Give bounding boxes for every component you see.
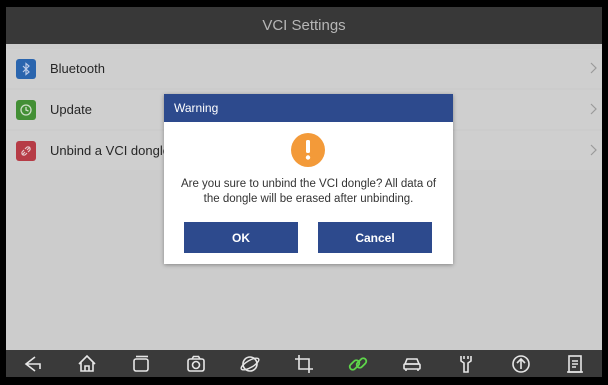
dialog-header: Warning [164, 94, 453, 122]
car-icon[interactable] [399, 351, 425, 377]
report-icon[interactable] [562, 351, 588, 377]
dialog-message: Are you sure to unbind the VCI dongle? A… [180, 178, 437, 205]
crop-icon[interactable] [291, 351, 317, 377]
back-icon[interactable] [20, 351, 46, 377]
cancel-button[interactable]: Cancel [318, 222, 432, 253]
recent-apps-icon[interactable] [128, 351, 154, 377]
browser-icon[interactable] [237, 351, 263, 377]
warning-icon [291, 133, 325, 167]
app-screen: VCI Settings Bluetooth Update Unbind a V… [6, 7, 602, 377]
bottom-nav-bar [6, 350, 602, 377]
warning-dialog: Warning Are you sure to unbind the VCI d… [164, 94, 453, 264]
service-icon[interactable] [453, 351, 479, 377]
home-icon[interactable] [74, 351, 100, 377]
camera-icon[interactable] [183, 351, 209, 377]
dialog-title: Warning [174, 101, 219, 115]
ok-button[interactable]: OK [184, 222, 298, 253]
link-icon[interactable] [345, 351, 371, 377]
upload-icon[interactable] [508, 351, 534, 377]
